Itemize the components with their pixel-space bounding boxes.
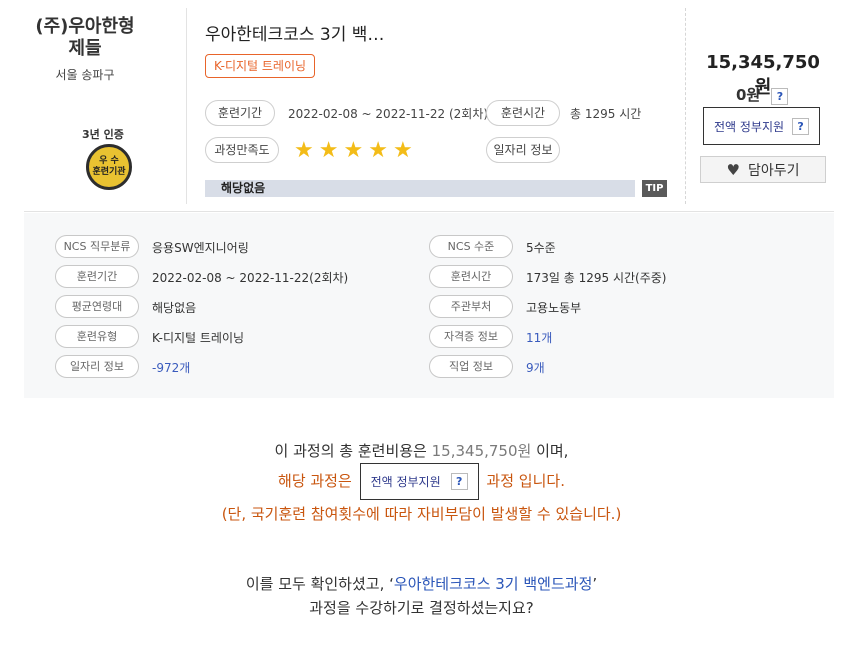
self-pay-price: 0원 ? xyxy=(736,84,789,105)
detail-value: 응용SW엔지니어링 xyxy=(152,241,249,255)
divider xyxy=(186,8,187,204)
detail-value: 173일 총 1295 시간(주중) xyxy=(526,271,667,285)
satisfaction-rating: ★ ★ ★ ★ ★ xyxy=(294,140,413,162)
detail-label: 직업 정보 xyxy=(429,355,513,378)
wishlist-label: 담아두기 xyxy=(747,162,800,179)
gov-support-box: 전액 정부지원 ? xyxy=(703,107,820,145)
detail-label: 일자리 정보 xyxy=(55,355,139,378)
course-title[interactable]: 우아한테크코스 3기 백… xyxy=(205,20,384,45)
help-icon[interactable]: ? xyxy=(771,88,789,105)
excellent-institution-badge-icon: 우 수 훈련기관 xyxy=(86,144,132,190)
detail-value: 5수준 xyxy=(526,241,556,255)
detail-label: 훈련기간 xyxy=(55,265,139,288)
company-name[interactable]: (주)우아한형 제들 xyxy=(30,16,140,60)
star-icon: ★ xyxy=(343,138,364,163)
company-name-line2: 제들 xyxy=(68,38,102,59)
hours-value: 총 1295 시간 xyxy=(570,107,642,121)
badge-text-line2: 훈련기관 xyxy=(92,167,126,177)
confirm-question-line2: 과정을 수강하기로 결정하셨는지요? xyxy=(309,599,534,617)
gov-support-label: 전액 정부지원 xyxy=(713,119,785,134)
confirm-question: 이를 모두 확인하셨고, ‘우아한테크코스 3기 백엔드과정’ xyxy=(0,573,843,594)
confirm-text: ’ xyxy=(592,575,598,593)
detail-label: NCS 수준 xyxy=(429,235,513,258)
detail-label: 자격증 정보 xyxy=(429,325,513,348)
gov-support-label: 전액 정부지원 xyxy=(370,474,441,489)
notice-text: (단, 국기훈련 참여횟수에 따라 자비부담이 발생할 수 있습니다.) xyxy=(221,505,622,523)
period-label: 훈련기간 xyxy=(205,100,275,126)
detail-label: 훈련시간 xyxy=(429,265,513,288)
help-icon[interactable]: ? xyxy=(792,117,810,135)
detail-label: NCS 직무분류 xyxy=(55,235,139,258)
certification-label: 3년 인증 xyxy=(82,128,124,141)
star-icon: ★ xyxy=(294,138,314,163)
detail-label: 주관부처 xyxy=(429,295,513,318)
occupation-info-link[interactable]: 9개 xyxy=(526,359,545,376)
detail-value: 2022-02-08 ~ 2022-11-22(2회차) xyxy=(152,271,349,285)
training-type-tag: K-디지털 트레이닝 xyxy=(205,54,316,78)
gov-support-box: 전액 정부지원 ? xyxy=(359,463,479,500)
summary-text: 과정 입니다. xyxy=(486,472,565,490)
self-pay-value: 0원 xyxy=(736,86,761,104)
star-icon: ★ xyxy=(318,138,339,163)
wishlist-button[interactable]: ♥ 담아두기 xyxy=(700,156,826,183)
summary-text: 이 과정의 총 훈련비용은 xyxy=(274,442,432,460)
help-icon[interactable]: ? xyxy=(450,473,468,490)
heart-icon: ♥ xyxy=(726,160,740,179)
detail-label: 평균연령대 xyxy=(55,295,139,318)
status-bar: 해당없음 xyxy=(205,180,635,197)
detail-label: 훈련유형 xyxy=(55,325,139,348)
tip-button[interactable]: TIP xyxy=(642,180,667,197)
certificate-info-link[interactable]: 11개 xyxy=(526,329,552,346)
star-icon: ★ xyxy=(368,138,388,163)
job-info-link[interactable]: -972개 xyxy=(152,359,190,376)
company-name-line1: (주)우아한형 xyxy=(35,16,135,37)
detail-value: K-디지털 트레이닝 xyxy=(152,331,245,345)
star-icon: ★ xyxy=(392,138,413,163)
confirm-text: 이를 모두 확인하셨고, ‘ xyxy=(245,575,394,593)
job-info-button[interactable]: 일자리 정보 xyxy=(486,137,560,163)
cost-summary: 이 과정의 총 훈련비용은 15,345,750원 이며, xyxy=(0,440,843,461)
detail-value: 고용노동부 xyxy=(526,301,582,315)
summary-text: 해당 과정은 xyxy=(278,472,352,490)
support-summary: 해당 과정은 전액 정부지원 ? 과정 입니다. xyxy=(0,461,843,501)
confirm-course-name: 우아한테크코스 3기 백엔드과정 xyxy=(393,575,593,593)
summary-text: 이며, xyxy=(531,442,569,460)
hours-label: 훈련시간 xyxy=(486,100,560,126)
company-location: 서울 송파구 xyxy=(55,68,115,82)
period-value: 2022-02-08 ~ 2022-11-22 (2회차) xyxy=(288,107,489,121)
satisfaction-label: 과정만족도 xyxy=(205,137,279,163)
badge-text-line1: 우 수 xyxy=(99,156,119,166)
divider xyxy=(685,8,686,204)
detail-value: 해당없음 xyxy=(152,301,197,315)
summary-amount: 15,345,750원 xyxy=(431,442,532,460)
